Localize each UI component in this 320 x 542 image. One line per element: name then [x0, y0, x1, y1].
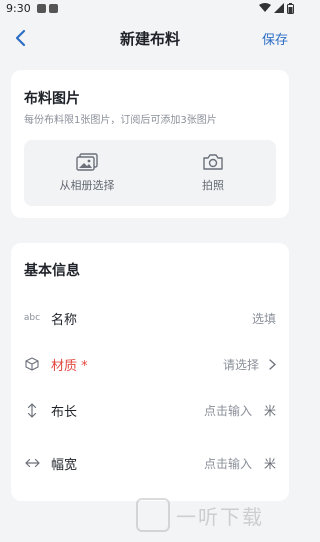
- page-title: 新建布料: [119, 29, 180, 48]
- material-select[interactable]: 请选择: [223, 356, 259, 373]
- album-select-label: 从相册选择: [59, 179, 115, 192]
- material-label: 材质 *: [51, 358, 88, 374]
- battery-icon: [287, 2, 294, 14]
- name-input[interactable]: 选填: [252, 310, 276, 327]
- watermark-text: 一听下载: [176, 504, 264, 529]
- images-hint: 每份布料限1张图片，订阅后可添加3张图片: [24, 115, 217, 126]
- length-input[interactable]: 点击输入: [204, 402, 252, 419]
- length-label: 布长: [51, 404, 78, 420]
- abc-icon: abc: [23, 313, 41, 323]
- notification-icons: [36, 3, 58, 13]
- width-label: 幅宽: [51, 457, 78, 473]
- status-time: 9:30: [6, 1, 31, 15]
- back-button[interactable]: [14, 26, 36, 50]
- length-row[interactable]: 布长 点击输入 米: [24, 398, 276, 422]
- watermark-logo-icon: [136, 498, 170, 532]
- chevron-right-icon: [269, 358, 276, 370]
- status-bar: 9:30: [0, 0, 300, 16]
- gallery-icon: [76, 153, 98, 171]
- camera-icon: [203, 154, 223, 170]
- basic-info-title: 基本信息: [24, 263, 80, 279]
- take-photo-button[interactable]: 拍照: [150, 140, 276, 206]
- watermark: 一听下载: [136, 498, 264, 532]
- status-right-icons: [259, 2, 294, 14]
- horizontal-arrows-icon: [24, 458, 40, 468]
- album-select-button[interactable]: 从相册选择: [24, 140, 150, 206]
- cube-icon: [24, 357, 40, 371]
- nav-bar: 新建布料 保存: [0, 16, 300, 60]
- material-row[interactable]: 材质 * 请选择: [24, 352, 276, 376]
- name-row[interactable]: abc 名称 选填: [24, 306, 276, 330]
- width-row[interactable]: 幅宽 点击输入 米: [24, 451, 276, 475]
- length-unit: 米: [264, 403, 277, 418]
- signal-icon: [274, 3, 284, 13]
- chevron-left-icon: [15, 29, 26, 47]
- notification-icon: [36, 3, 46, 13]
- width-input[interactable]: 点击输入: [204, 455, 252, 472]
- fabric-images-card: 布料图片 每份布料限1张图片，订阅后可添加3张图片 从相册选择 拍照: [11, 70, 289, 218]
- width-unit: 米: [264, 456, 277, 471]
- image-picker: 从相册选择 拍照: [24, 140, 276, 206]
- notification-icon: [48, 3, 58, 13]
- basic-info-card: 基本信息 abc 名称 选填 材质 * 请选择 布长 点击输入 米 幅宽 点击输…: [11, 243, 289, 501]
- take-photo-label: 拍照: [202, 179, 224, 192]
- name-label: 名称: [51, 312, 78, 328]
- save-button[interactable]: 保存: [262, 29, 288, 48]
- wifi-icon: [259, 3, 271, 12]
- images-card-title: 布料图片: [24, 91, 80, 107]
- vertical-arrows-icon: [24, 402, 40, 418]
